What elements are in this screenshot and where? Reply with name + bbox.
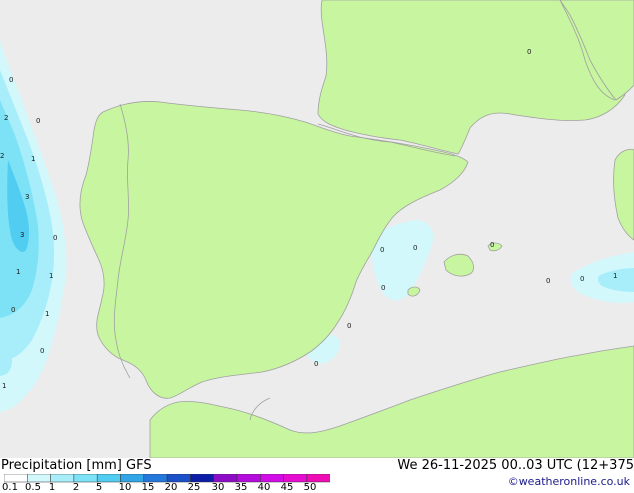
- legend-swatch: [283, 474, 308, 483]
- value-label: 0: [314, 360, 318, 368]
- map-svg: 0 2 0 2 1 3 0 3 1 1 0 1 0 1 0 0 0 0 0 0 …: [0, 0, 634, 459]
- forecast-datetime: We 26-11-2025 00..03 UTC (12+375: [397, 458, 634, 473]
- map-title: Precipitation [mm] GFS: [1, 458, 152, 473]
- legend-swatch: [166, 474, 191, 483]
- value-label: 0: [347, 322, 351, 330]
- legend-swatch: [306, 474, 330, 483]
- legend-tick: 35: [234, 482, 248, 493]
- legend-swatch: [50, 474, 75, 483]
- value-label: 0: [9, 76, 13, 84]
- legend-swatch: [236, 474, 261, 483]
- value-label: 0: [546, 277, 550, 285]
- legend-swatch: [143, 474, 168, 483]
- value-label: 3: [25, 193, 29, 201]
- value-label: 0: [490, 241, 494, 249]
- legend-tick: 20: [164, 482, 178, 493]
- legend-tick: 1: [48, 482, 56, 493]
- legend-swatch: [73, 474, 98, 483]
- legend-tick: 2: [72, 482, 80, 493]
- value-label: 0: [380, 246, 384, 254]
- value-label: 1: [16, 268, 20, 276]
- legend-tick: 30: [211, 482, 225, 493]
- credit-link[interactable]: ©weatheronline.co.uk: [508, 475, 630, 488]
- map-view[interactable]: 0 2 0 2 1 3 0 3 1 1 0 1 0 1 0 0 0 0 0 0 …: [0, 0, 634, 459]
- legend-swatch: [213, 474, 238, 483]
- value-label: 0: [527, 48, 531, 56]
- value-label: 2: [4, 114, 8, 122]
- value-label: 3: [20, 231, 24, 239]
- value-label: 0: [381, 284, 385, 292]
- value-label: 2: [0, 152, 4, 160]
- value-label: 0: [11, 306, 15, 314]
- legend-tick: 40: [257, 482, 271, 493]
- value-label: 1: [613, 272, 617, 280]
- value-label: 0: [36, 117, 40, 125]
- legend-tick: 25: [187, 482, 201, 493]
- legend-swatch: [260, 474, 284, 483]
- footer-bar: Precipitation [mm] GFS We 26-11-2025 00.…: [0, 458, 634, 493]
- legend-tick: 45: [280, 482, 294, 493]
- legend-tick: 0.5: [25, 482, 41, 493]
- legend-tick: 0.1: [2, 482, 18, 493]
- legend-tick: 10: [118, 482, 132, 493]
- value-label: 0: [40, 347, 44, 355]
- value-label: 1: [45, 310, 49, 318]
- legend-swatch: [120, 474, 145, 483]
- value-label: 0: [580, 275, 584, 283]
- legend-ticks: 0.1 0.5 1 2 5 10 15 20 25 30 35 40 45 50: [0, 482, 340, 493]
- legend-tick: 50: [303, 482, 317, 493]
- value-label: 1: [31, 155, 35, 163]
- legend-swatch: [96, 474, 121, 483]
- legend-swatch: [190, 474, 214, 483]
- value-label: 1: [2, 382, 6, 390]
- value-label: 1: [49, 272, 53, 280]
- value-label: 0: [413, 244, 417, 252]
- value-label: 0: [53, 234, 57, 242]
- legend-tick: 15: [141, 482, 155, 493]
- legend-swatch: [27, 474, 51, 483]
- legend-tick: 5: [95, 482, 103, 493]
- legend-swatch: [4, 474, 28, 483]
